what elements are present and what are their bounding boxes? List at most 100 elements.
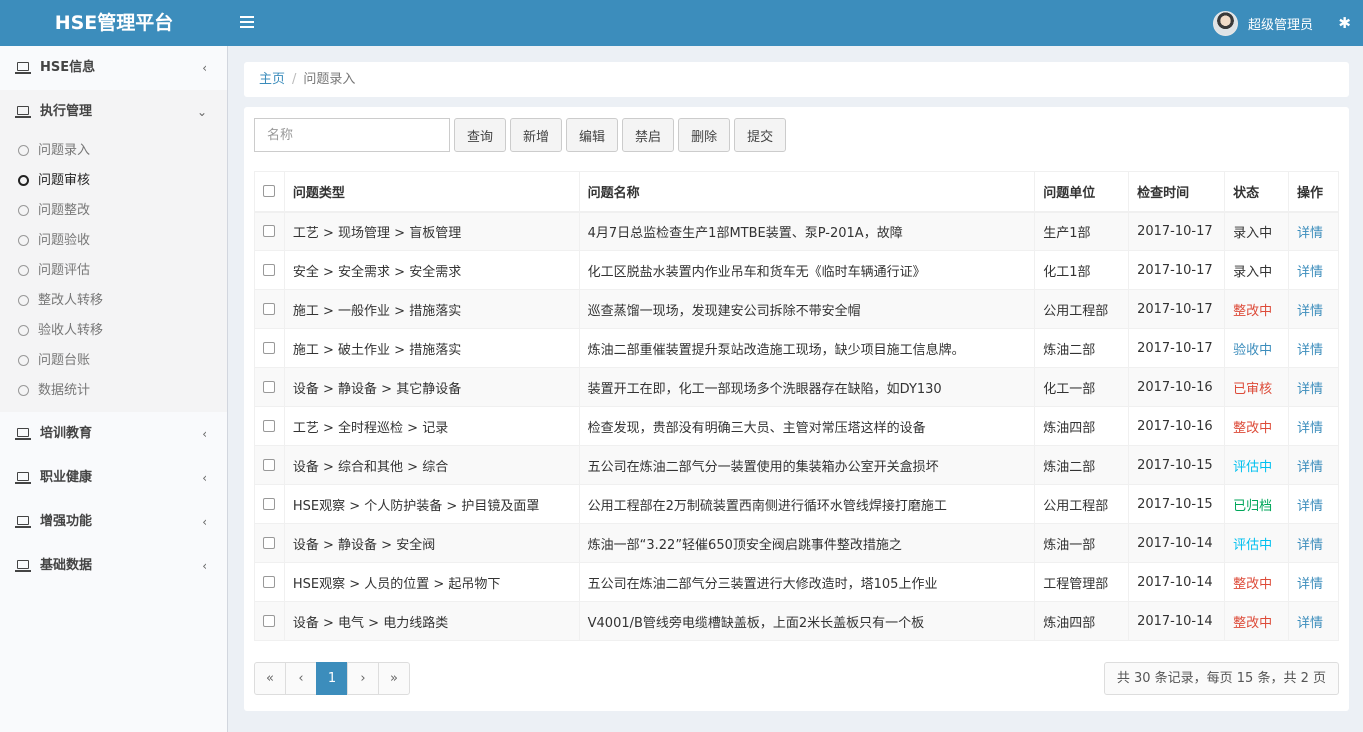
chevron-left-icon: ‹	[202, 471, 207, 485]
column-header[interactable]: 问题名称	[578, 171, 1036, 213]
detail-link[interactable]: 详情	[1297, 304, 1323, 319]
row-checkbox[interactable]	[263, 303, 276, 315]
submit-button[interactable]: 提交	[734, 118, 787, 152]
select-all-checkbox[interactable]	[263, 185, 276, 198]
issue-type-text: 设备 > 静设备 > 其它静设备	[292, 381, 462, 397]
sidebar-item-enhanced[interactable]: 增强功能 ‹	[0, 500, 227, 544]
table-row[interactable]: 设备 > 电气 > 电力线路类 V4001/B管线旁电缆槽缺盖板，上面2米长盖板只…	[254, 601, 1339, 641]
submenu-issue-review[interactable]: 问题审核	[0, 166, 227, 196]
app-logo[interactable]: HSE管理平台	[0, 0, 228, 46]
row-checkbox-cell	[254, 445, 285, 485]
check-date-cell: 2017-10-15	[1128, 484, 1226, 524]
column-header[interactable]: 状态	[1224, 171, 1289, 213]
action-cell: 详情	[1288, 406, 1339, 446]
row-checkbox-cell	[254, 367, 285, 407]
row-checkbox[interactable]	[263, 420, 276, 432]
breadcrumb-home-link[interactable]: 主页	[259, 72, 285, 87]
row-checkbox[interactable]	[263, 498, 276, 510]
sidebar-item-base-data[interactable]: 基础数据 ‹	[0, 544, 227, 588]
row-checkbox[interactable]	[263, 381, 276, 393]
page-1-button[interactable]: 1	[316, 662, 348, 695]
table-row[interactable]: 安全 > 安全需求 > 安全需求 化工区脱盐水装置内作业吊车和货车无《临时车辆通行…	[254, 250, 1339, 290]
check-date-text: 2017-10-16	[1137, 379, 1213, 395]
row-checkbox[interactable]	[263, 225, 276, 238]
row-checkbox[interactable]	[263, 615, 276, 627]
issue-name-cell: 五公司在炼油二部气分三装置进行大修改造时，塔105上作业	[578, 562, 1036, 602]
last-page-button[interactable]: »	[378, 662, 410, 695]
row-checkbox-cell	[254, 484, 285, 524]
detail-link[interactable]: 详情	[1297, 421, 1323, 436]
row-checkbox[interactable]	[263, 342, 276, 354]
table-row[interactable]: 设备 > 静设备 > 其它静设备 装置开工在即，化工一部现场多个洗眼器存在缺陷，如…	[254, 367, 1339, 407]
submenu-issue-ledger[interactable]: 问题台账	[0, 346, 227, 376]
chevron-left-icon: ‹	[202, 61, 207, 75]
table-row[interactable]: 工艺 > 现场管理 > 盲板管理 4月7日总监检查生产1部MTBE装置、泵P-20…	[254, 211, 1339, 251]
issue-type-text: 工艺 > 全时程巡检 > 记录	[292, 420, 449, 436]
table-row[interactable]: 施工 > 一般作业 > 措施落实 巡查蒸馏一现场，发现建安公司拆除不带安全帽 公用工…	[254, 289, 1339, 329]
issue-unit-cell: 化工1部	[1034, 250, 1130, 290]
submenu-issue-acceptance[interactable]: 问题验收	[0, 226, 227, 256]
submenu-issue-rectify[interactable]: 问题整改	[0, 196, 227, 226]
row-checkbox[interactable]	[263, 576, 276, 588]
submenu-rectifier-transfer[interactable]: 整改人转移	[0, 286, 227, 316]
table-row[interactable]: 工艺 > 全时程巡检 > 记录 检查发现，贵部没有明确三大员、主管对常压塔这样的设…	[254, 406, 1339, 446]
check-date-cell: 2017-10-16	[1128, 406, 1226, 446]
status-badge: 录入中	[1233, 225, 1273, 241]
issue-type-text: 设备 > 综合和其他 > 综合	[292, 459, 449, 475]
table-row[interactable]: 设备 > 综合和其他 > 综合 五公司在炼油二部气分一装置使用的集装箱办公室开关盒…	[254, 445, 1339, 485]
detail-link[interactable]: 详情	[1297, 343, 1323, 358]
status-cell: 评估中	[1224, 445, 1289, 485]
delete-button[interactable]: 删除	[678, 118, 731, 152]
detail-link[interactable]: 详情	[1297, 382, 1323, 397]
edit-button[interactable]: 编辑	[566, 118, 619, 152]
sidebar-item-occupational-health[interactable]: 职业健康 ‹	[0, 456, 227, 500]
action-cell: 详情	[1288, 523, 1339, 563]
detail-link[interactable]: 详情	[1297, 265, 1323, 280]
sidebar-toggle-icon[interactable]	[240, 13, 254, 33]
row-checkbox[interactable]	[263, 459, 276, 471]
table-row[interactable]: HSE观察 > 人员的位置 > 起吊物下 五公司在炼油二部气分三装置进行大修改造时…	[254, 562, 1339, 602]
detail-link[interactable]: 详情	[1297, 538, 1323, 553]
first-page-button[interactable]: «	[254, 662, 286, 695]
submenu-acceptor-transfer[interactable]: 验收人转移	[0, 316, 227, 346]
add-button[interactable]: 新增	[510, 118, 563, 152]
query-button[interactable]: 查询	[454, 118, 507, 152]
submenu-issue-evaluation[interactable]: 问题评估	[0, 256, 227, 286]
issue-unit-cell: 工程管理部	[1034, 562, 1130, 602]
detail-link[interactable]: 详情	[1297, 499, 1323, 514]
detail-link[interactable]: 详情	[1297, 460, 1323, 475]
status-cell: 整改中	[1224, 406, 1289, 446]
issue-name-text: 炼油二部重催装置提升泵站改造施工现场，缺少项目施工信息牌。	[587, 342, 965, 358]
detail-link[interactable]: 详情	[1297, 577, 1323, 592]
submenu-issue-entry[interactable]: 问题录入	[0, 136, 227, 166]
sidebar-item-label: 增强功能	[40, 514, 93, 529]
issue-unit-text: 炼油一部	[1043, 537, 1096, 553]
detail-link[interactable]: 详情	[1297, 226, 1323, 241]
next-page-button[interactable]: ›	[347, 662, 379, 695]
column-header[interactable]: 检查时间	[1128, 171, 1226, 213]
action-cell: 详情	[1288, 289, 1339, 329]
table-row[interactable]: HSE观察 > 个人防护装备 > 护目镜及面罩 公用工程部在2万制硫装置西南侧进行…	[254, 484, 1339, 524]
issue-type-text: 工艺 > 现场管理 > 盲板管理	[292, 225, 462, 241]
sidebar-item-hse-info[interactable]: HSE信息 ‹	[0, 46, 227, 90]
check-date-cell: 2017-10-14	[1128, 523, 1226, 563]
column-header[interactable]: 问题类型	[283, 171, 580, 213]
row-checkbox[interactable]	[263, 537, 276, 549]
submenu-statistics[interactable]: 数据统计	[0, 376, 227, 406]
sidebar-item-training[interactable]: 培训教育 ‹	[0, 412, 227, 456]
table-row[interactable]: 施工 > 破土作业 > 措施落实 炼油二部重催装置提升泵站改造施工现场，缺少项目施…	[254, 328, 1339, 368]
status-badge: 验收中	[1233, 342, 1273, 358]
issue-unit-text: 炼油二部	[1043, 459, 1096, 475]
breadcrumb-separator: /	[292, 72, 297, 87]
table-row[interactable]: 设备 > 静设备 > 安全阀 炼油一部“3.22”轻催650顶安全阀启跳事件整改措…	[254, 523, 1339, 563]
sidebar-item-execution[interactable]: 执行管理 ⌄	[0, 90, 227, 134]
toggle-enable-button[interactable]: 禁启	[622, 118, 675, 152]
gear-icon[interactable]: ✱	[1338, 13, 1351, 33]
column-header[interactable]: 问题单位	[1034, 171, 1130, 213]
row-checkbox[interactable]	[263, 264, 276, 276]
name-search-input[interactable]	[254, 118, 450, 152]
circle-icon	[18, 175, 29, 186]
user-menu[interactable]: 超级管理员	[1212, 10, 1313, 36]
prev-page-button[interactable]: ‹	[285, 662, 317, 695]
detail-link[interactable]: 详情	[1297, 616, 1323, 631]
